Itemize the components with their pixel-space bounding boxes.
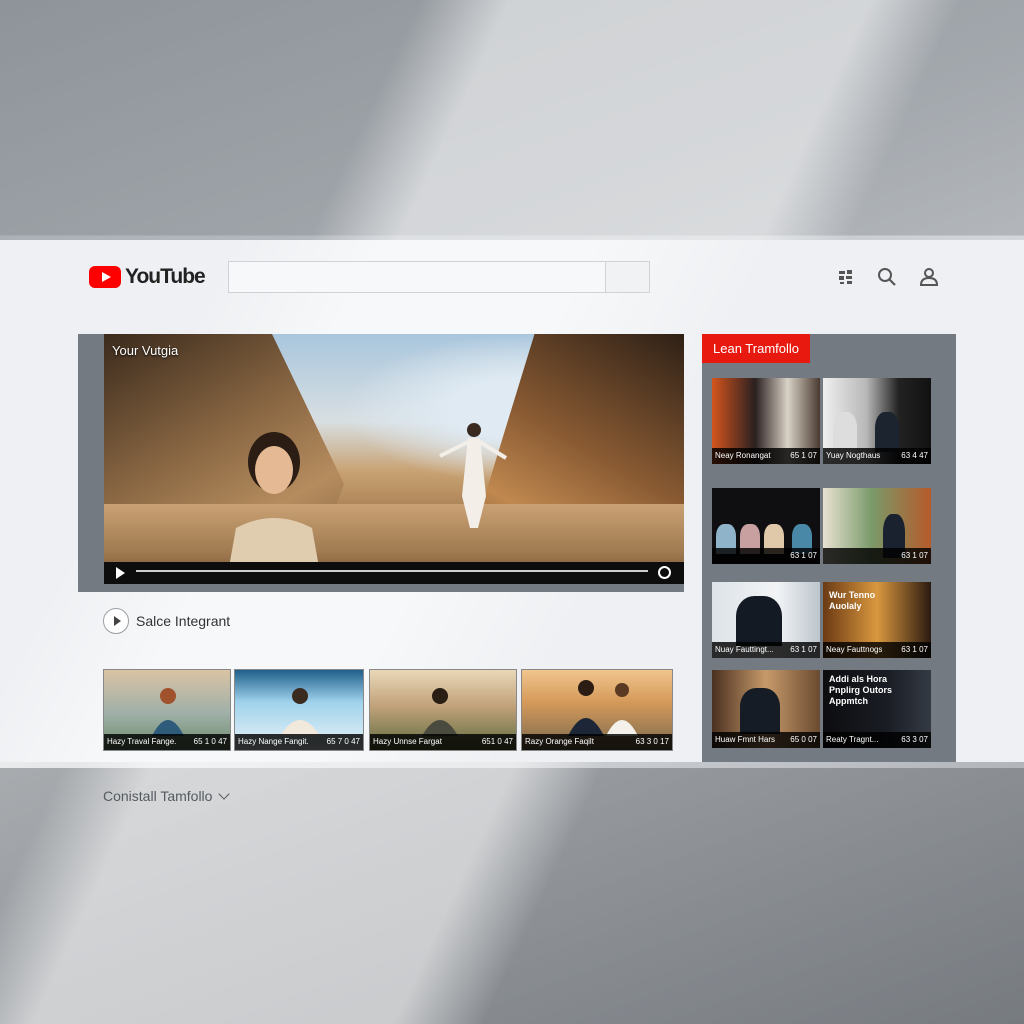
sidebar-caption: Nuay Fauttingt... 63 1 07 bbox=[712, 642, 820, 658]
sidebar-video-title: Reaty Tragnt... bbox=[826, 735, 879, 744]
sidebar-video-title: Yuay Nogthaus bbox=[826, 451, 881, 460]
search-icon[interactable] bbox=[876, 266, 898, 288]
sidebar-video-title: Nuay Fauttingt... bbox=[715, 645, 774, 654]
related-title: Hazy Nange Fangit. bbox=[238, 737, 309, 746]
related-title: Hazy Unnse Fargat bbox=[373, 737, 442, 746]
sidebar-video-title: Neay Ronangat bbox=[715, 451, 771, 460]
thumbnail-figure bbox=[280, 688, 320, 736]
sidebar-caption: 63 1 07 bbox=[712, 548, 820, 564]
sidebar-video-card[interactable]: Addi als Hora Pnplirg Outors Appmtch Rea… bbox=[823, 670, 931, 748]
related-meta: 65 1 0 47 bbox=[193, 737, 227, 746]
sidebar-video-meta: 63 1 07 bbox=[790, 645, 817, 654]
progress-bar[interactable] bbox=[136, 570, 648, 572]
play-icon[interactable] bbox=[116, 567, 125, 579]
related-title: Hazy Traval Fange. bbox=[107, 737, 177, 746]
related-meta: 651 0 47 bbox=[481, 737, 513, 746]
related-meta: 65 7 0 47 bbox=[326, 737, 360, 746]
sidebar-video-meta: 63 4 47 bbox=[901, 451, 928, 460]
thumbnail-figure bbox=[833, 412, 857, 452]
sidebar-video-meta: 63 3 07 bbox=[901, 735, 928, 744]
woman-walking-figure bbox=[439, 423, 508, 528]
thumbnail-figure bbox=[875, 412, 899, 452]
channel-row[interactable]: Salce Integrant bbox=[103, 608, 230, 634]
sidebar-video-title: Neay Fauttnogs bbox=[826, 645, 883, 654]
thumbnail-couple-figure bbox=[568, 680, 638, 736]
sidebar-video-title: Huaw Fmnt Hars bbox=[715, 735, 776, 744]
thumbnail-figure bbox=[736, 596, 782, 646]
sidebar-video-card[interactable]: Nuay Fauttingt... 63 1 07 bbox=[712, 582, 820, 658]
sidebar-video-meta: 63 1 07 bbox=[901, 551, 928, 560]
sidebar-video-card[interactable]: Wur Tenno Auolaly Neay Fauttnogs 63 1 07 bbox=[823, 582, 931, 658]
sidebar-caption: Yuay Nogthaus 63 4 47 bbox=[823, 448, 931, 464]
show-more-label: Conistall Tamfollo bbox=[103, 788, 213, 804]
sidebar-video-card[interactable]: 63 1 07 bbox=[712, 488, 820, 564]
chevron-down-icon bbox=[218, 788, 231, 800]
sidebar-video-meta: 63 1 07 bbox=[901, 645, 928, 654]
thumbnail-figure bbox=[740, 688, 780, 734]
related-meta: 63 3 0 17 bbox=[635, 737, 669, 746]
woman-portrait-figure bbox=[226, 432, 322, 584]
related-title: Razy Orange Faqilt bbox=[525, 737, 594, 746]
settings-gear-icon[interactable] bbox=[658, 566, 671, 579]
apps-grid-icon[interactable] bbox=[836, 266, 858, 288]
search-button[interactable] bbox=[605, 261, 650, 293]
video-player[interactable] bbox=[104, 334, 684, 584]
thumbnail-overlay-text: Wur Tenno Auolaly bbox=[829, 590, 876, 611]
channel-name: Salce Integrant bbox=[136, 613, 231, 629]
related-caption: Hazy Traval Fange. 65 1 0 47 bbox=[104, 734, 230, 750]
related-video-card[interactable]: Hazy Nange Fangit. 65 7 0 47 bbox=[234, 669, 364, 751]
sidebar-video-card[interactable]: Huaw Fmnt Hars 65 0 07 bbox=[712, 670, 820, 748]
related-video-card[interactable]: Razy Orange Faqilt 63 3 0 17 bbox=[521, 669, 673, 751]
sidebar-tag[interactable]: Lean Tramfollo bbox=[702, 334, 810, 363]
show-more-button[interactable]: Conistall Tamfollo bbox=[103, 788, 231, 804]
sidebar-video-card[interactable]: Neay Ronangat 65 1 07 bbox=[712, 378, 820, 464]
channel-play-icon[interactable] bbox=[103, 608, 129, 634]
sidebar-caption: Neay Fauttnogs 63 1 07 bbox=[823, 642, 931, 658]
youtube-logo[interactable]: YouTube bbox=[89, 265, 206, 289]
related-video-card[interactable]: Hazy Unnse Fargat 651 0 47 bbox=[369, 669, 517, 751]
search-input[interactable] bbox=[228, 261, 606, 293]
thumbnail-figure bbox=[422, 688, 458, 736]
sidebar-caption: Huaw Fmnt Hars 65 0 07 bbox=[712, 732, 820, 748]
related-caption: Razy Orange Faqilt 63 3 0 17 bbox=[522, 734, 672, 750]
browser-screen: YouTube Your Vutgia Salce Integrant Hazy… bbox=[0, 240, 1024, 762]
thumbnail-overlay-text: Addi als Hora Pnplirg Outors Appmtch bbox=[829, 674, 892, 706]
sidebar-video-meta: 65 1 07 bbox=[790, 451, 817, 460]
related-video-card[interactable]: Hazy Traval Fange. 65 1 0 47 bbox=[103, 669, 231, 751]
sidebar-video-card[interactable]: Yuay Nogthaus 63 4 47 bbox=[823, 378, 931, 464]
related-caption: Hazy Unnse Fargat 651 0 47 bbox=[370, 734, 516, 750]
sidebar-caption: Neay Ronangat 65 1 07 bbox=[712, 448, 820, 464]
sidebar-video-meta: 63 1 07 bbox=[790, 551, 817, 560]
sidebar-caption: Reaty Tragnt... 63 3 07 bbox=[823, 732, 931, 748]
sidebar-caption: 63 1 07 bbox=[823, 548, 931, 564]
sidebar-video-meta: 65 0 07 bbox=[790, 735, 817, 744]
player-title: Your Vutgia bbox=[112, 343, 179, 358]
account-icon[interactable] bbox=[918, 266, 940, 288]
play-logo-icon bbox=[89, 266, 121, 288]
player-controls bbox=[104, 562, 684, 584]
thumbnail-figure bbox=[152, 688, 184, 736]
related-caption: Hazy Nange Fangit. 65 7 0 47 bbox=[235, 734, 363, 750]
logo-text: YouTube bbox=[125, 265, 206, 288]
sidebar-video-card[interactable]: 63 1 07 bbox=[823, 488, 931, 564]
